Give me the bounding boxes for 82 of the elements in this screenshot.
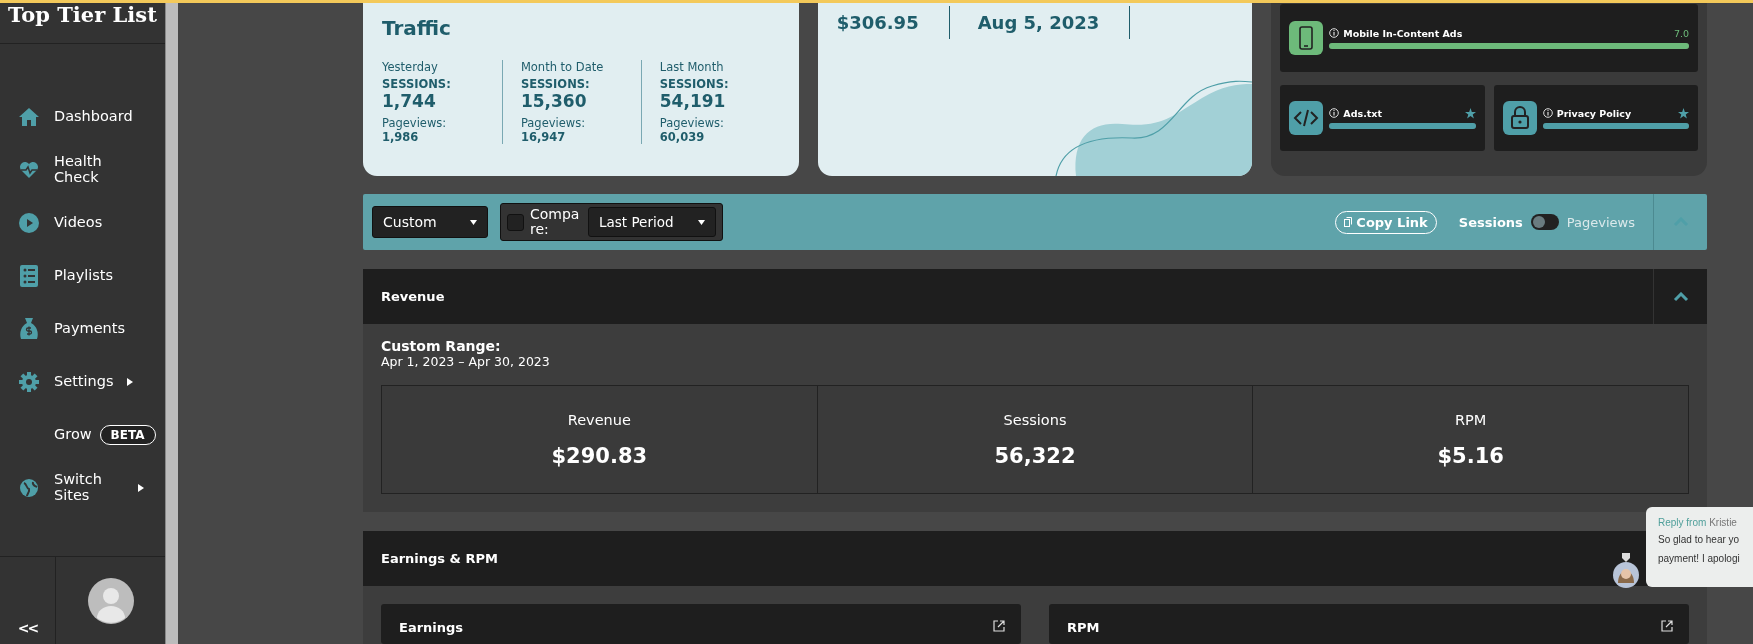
play-icon: [19, 212, 39, 233]
compare-dropdown[interactable]: Last Period: [588, 207, 716, 237]
avatar-icon[interactable]: [87, 577, 134, 624]
info-icon: [1329, 28, 1340, 38]
dropdown-caret-icon: [698, 218, 705, 226]
period-label: Yesterday: [382, 60, 439, 74]
stat-value: 56,322: [994, 443, 1076, 468]
submenu-caret-icon: [127, 377, 134, 386]
collapse-sidebar-button[interactable]: <<: [0, 557, 56, 644]
heartbeat-icon: [19, 160, 39, 179]
score-value: 7.0: [1673, 27, 1689, 39]
compare-label: Compare:: [530, 207, 581, 237]
avatar-icon[interactable]: [1612, 553, 1640, 589]
sidebar-item[interactable]: Switch Sites: [0, 461, 165, 514]
info-icon: [1542, 108, 1553, 118]
metric-switch[interactable]: [1530, 214, 1559, 230]
sessions-label: SESSIONS:: [382, 77, 452, 91]
copy-icon: [1344, 217, 1353, 227]
range-dropdown[interactable]: Custom: [372, 206, 488, 238]
sessions-value: 54,191: [659, 91, 727, 111]
chat-sender: Reply from Kristie: [1658, 517, 1738, 528]
health-check-card[interactable]: Ads.txt: [1280, 85, 1485, 151]
range-dates: Apr 1, 2023 – Apr 30, 2023: [381, 354, 551, 369]
list-icon: [20, 264, 38, 287]
stat-label: RPM: [1455, 411, 1487, 428]
submenu-caret-icon: [138, 483, 144, 492]
sidebar-item[interactable]: Grow BETA: [0, 408, 165, 461]
external-link-icon: [993, 620, 1005, 632]
pageviews-value: 60,039: [659, 130, 706, 144]
period-label: Last Month: [659, 60, 725, 74]
chat-message: So glad to hear yo: [1658, 533, 1741, 547]
star-icon: [1464, 107, 1476, 119]
sessions-value: 1,744: [382, 91, 437, 111]
payment-value: Aug 5, 2023: [977, 6, 1131, 39]
range-label: Custom Range:: [381, 338, 502, 354]
card-title: RPM: [1067, 620, 1100, 635]
globe-icon: [20, 478, 38, 497]
sessions-label: SESSIONS:: [659, 77, 730, 91]
money-bag-icon: [19, 316, 39, 341]
compare-checkbox[interactable]: [507, 213, 524, 231]
star-icon: [1678, 107, 1689, 119]
sidebar-item[interactable]: Videos: [0, 196, 165, 249]
check-label: Privacy Policy: [1556, 107, 1632, 119]
check-label: Ads.txt: [1343, 107, 1382, 119]
pageviews-label: Pageviews:: [382, 116, 448, 130]
sidebar-item[interactable]: Payments: [0, 302, 165, 355]
stat-label: Sessions: [1003, 411, 1067, 428]
payment-value: $306.95: [836, 6, 950, 39]
stat-value: $290.83: [551, 443, 648, 468]
info-icon: [1329, 108, 1340, 118]
sidebar-item[interactable]: Playlists: [0, 249, 165, 302]
chat-bubble[interactable]: Reply from Kristie So glad to hear yo payment! I apologi: [1646, 507, 1753, 587]
chevron-up-icon: [1672, 291, 1689, 302]
card-title: Traffic: [382, 16, 452, 40]
pageviews-label: Pageviews:: [659, 116, 725, 130]
sidebar-item[interactable]: Health Check: [0, 143, 165, 196]
card-title: Earnings: [399, 620, 464, 635]
chat-message: payment! I apologi: [1658, 552, 1741, 566]
pageviews-value: 1,986: [382, 130, 420, 144]
scrollbar[interactable]: [165, 0, 178, 644]
sidebar-item[interactable]: Dashboard: [0, 90, 165, 143]
health-check-card[interactable]: Privacy Policy: [1493, 85, 1698, 151]
external-link-icon: [1661, 620, 1673, 632]
sessions-label: SESSIONS:: [520, 77, 591, 91]
stat-value: $5.16: [1437, 443, 1504, 468]
settings-icon: [19, 371, 39, 392]
dropdown-caret-icon: [470, 218, 477, 226]
period-label: Month to Date: [520, 60, 605, 74]
health-check-card[interactable]: Mobile In-Content Ads 7.0: [1280, 4, 1698, 72]
home-icon: [18, 106, 40, 127]
sessions-value: 15,360: [520, 91, 588, 111]
pageviews-value: 16,947: [520, 130, 567, 144]
phone-icon: [1289, 21, 1324, 55]
section-title: Earnings & RPM: [381, 551, 498, 566]
beta-badge: BETA: [99, 424, 156, 445]
check-label: Mobile In-Content Ads: [1343, 27, 1463, 39]
section-title: Revenue: [381, 289, 445, 304]
stat-label: Revenue: [567, 411, 631, 428]
sidebar-item[interactable]: Settings: [0, 355, 165, 408]
code-icon: [1289, 101, 1324, 135]
pageviews-label: Pageviews:: [520, 116, 587, 130]
lock-icon: [1502, 101, 1537, 135]
